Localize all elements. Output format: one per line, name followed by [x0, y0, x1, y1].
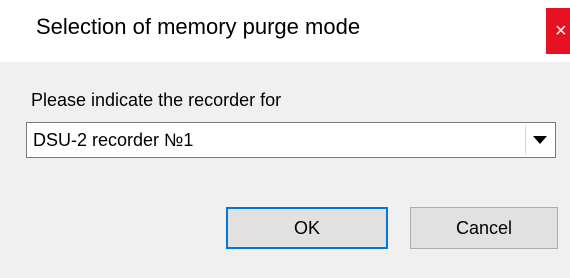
- dialog-window: Selection of memory purge mode × Please …: [0, 0, 570, 278]
- dropdown-button[interactable]: [525, 125, 553, 155]
- close-button[interactable]: ×: [546, 8, 570, 54]
- recorder-prompt-label: Please indicate the recorder for: [31, 90, 282, 110]
- chevron-down-icon: [533, 136, 547, 144]
- recorder-select-value: DSU-2 recorder №1: [33, 130, 194, 150]
- recorder-select[interactable]: DSU-2 recorder №1: [26, 122, 556, 158]
- title-bar: Selection of memory purge mode ×: [0, 0, 570, 62]
- cancel-button[interactable]: Cancel: [410, 207, 558, 249]
- dialog-content: Please indicate the recorder for DSU-2 r…: [0, 62, 570, 278]
- window-title: Selection of memory purge mode: [36, 14, 361, 39]
- ok-button[interactable]: OK: [226, 207, 388, 249]
- close-icon: ×: [555, 20, 567, 42]
